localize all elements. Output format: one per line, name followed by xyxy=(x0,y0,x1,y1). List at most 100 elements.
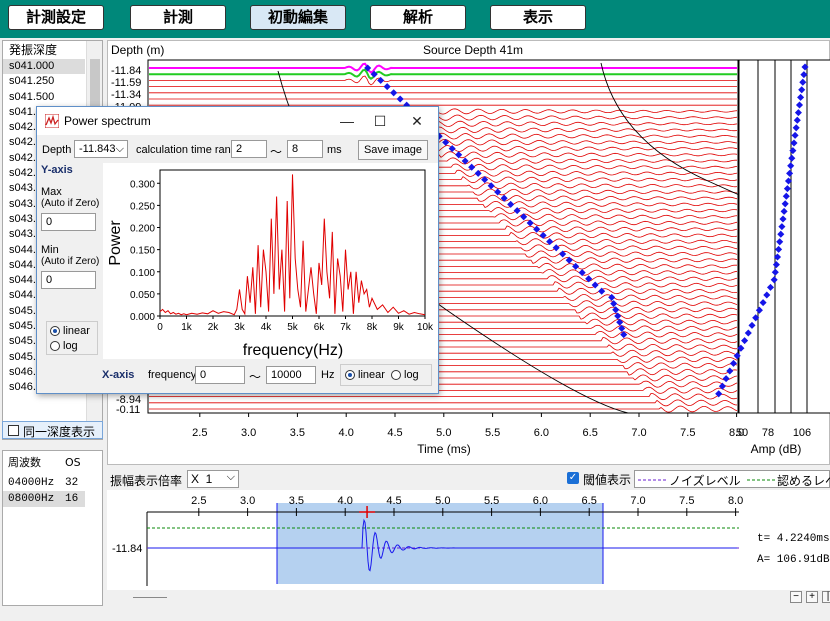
tilde-label: 〜 xyxy=(249,370,262,384)
x-linear-radio[interactable] xyxy=(345,370,355,380)
checkbox-box[interactable] xyxy=(8,425,19,436)
y-linear-radio[interactable] xyxy=(50,326,60,336)
time-range-label: calculation time range xyxy=(136,144,244,156)
power-axis-label: Power xyxy=(107,220,124,266)
freq-from-input[interactable]: 0 xyxy=(195,366,245,384)
dialog-titlebar[interactable]: Power spectrum — ☐ ✕ xyxy=(37,107,438,135)
trace-line xyxy=(149,75,737,86)
status-bar: − + | xyxy=(107,590,830,606)
first-break-pick[interactable] xyxy=(572,262,580,270)
source-depth-item[interactable]: s041.000 xyxy=(3,59,85,75)
legend-box: ノイズレベル 認めるレベル xyxy=(634,470,830,488)
amp-tick-label: 50 xyxy=(736,427,748,439)
spectrum-line xyxy=(159,174,426,316)
x-tick-label: 5.0 xyxy=(436,427,451,439)
time-to-input[interactable]: 8 xyxy=(287,140,323,158)
frequency-list[interactable]: 周波数 OS 04000Hz 32 08000Hz 16 xyxy=(2,450,103,606)
trace-line xyxy=(149,68,737,80)
x-tick-label: 4k xyxy=(261,322,273,333)
amp-point xyxy=(726,367,734,375)
noise-level-label: ノイズレベル xyxy=(669,474,741,488)
trace-line xyxy=(149,399,738,407)
spectrum-plot[interactable]: 0.000 0.050 0.100 0.150 0.200 0.250 0.300 0 1k 2k… xyxy=(103,163,438,359)
amp-point xyxy=(722,375,730,383)
hz-label: Hz xyxy=(321,369,335,381)
x-tick-label: 3.0 xyxy=(240,495,255,507)
menu-analysis[interactable]: 解析 xyxy=(370,5,466,30)
y-linear-label: linear xyxy=(63,325,90,337)
time-window-highlight[interactable] xyxy=(277,503,603,584)
menu-measure[interactable]: 計測 xyxy=(130,5,226,30)
first-break-pick[interactable] xyxy=(396,95,404,103)
x-tick-label: 4.5 xyxy=(386,495,401,507)
time-unit-label: ms xyxy=(327,144,342,156)
time-from-input[interactable]: 2 xyxy=(231,140,267,158)
amp-tick-label: 78 xyxy=(762,427,774,439)
frequency-axis-label: frequency(Hz) xyxy=(243,342,343,359)
same-depth-checkbox[interactable]: 同一深度表示 xyxy=(2,421,103,439)
menu-display[interactable]: 表示 xyxy=(490,5,586,30)
x-tick-label: 4.5 xyxy=(387,427,402,439)
freq-to-input[interactable]: 10000 xyxy=(266,366,316,384)
x-log-radio[interactable] xyxy=(391,370,401,380)
x-tick-label: 7k xyxy=(340,322,352,333)
spectrum-app-icon xyxy=(45,114,59,128)
x-axis-settings: X-axis frequency 0 〜 10000 Hz linear log xyxy=(38,361,437,391)
first-break-pick[interactable] xyxy=(390,89,398,97)
amp-axis-label: Amp (dB) xyxy=(751,442,802,456)
x-tick-label: 3.5 xyxy=(290,427,305,439)
y-tick-label: 0.200 xyxy=(130,224,155,235)
trace-depth-label: -11.84 xyxy=(112,543,142,555)
x-tick-label: 2.5 xyxy=(192,427,207,439)
x-log-label: log xyxy=(404,369,419,381)
freq-header: 周波数 xyxy=(8,456,41,469)
list-item[interactable]: 08000Hz 16 xyxy=(3,491,85,507)
max-hint: (Auto if Zero) xyxy=(41,198,100,209)
same-depth-label: 同一深度表示 xyxy=(23,425,96,439)
max-label: Max xyxy=(41,186,62,198)
depth-axis-label: Depth (m) xyxy=(111,43,164,57)
freq-value: 04000Hz xyxy=(8,477,55,489)
maximize-icon[interactable]: ☐ xyxy=(366,111,394,131)
min-label: Min xyxy=(41,244,59,256)
y-tick-label: -11.59 xyxy=(111,77,141,89)
save-image-button[interactable]: Save image xyxy=(358,140,428,160)
depth-select[interactable]: -11.843 ⌵ xyxy=(74,140,128,158)
amp-point xyxy=(729,359,738,367)
y-max-input[interactable]: 0 xyxy=(41,213,96,231)
amplitude-toolbar: 振幅表示倍率 X 1 ⌵ ✓ 閾値表示 ノイズレベル 認めるレベル xyxy=(107,467,830,491)
menu-measurement-settings[interactable]: 計測設定 xyxy=(8,5,104,30)
single-trace-view[interactable]: 2.5 3.0 3.5 4.0 4.5 5.0 5.5 6.0 6.5 7.0 7.5 8.0 -11… xyxy=(107,490,830,590)
plot-title: Source Depth 41m xyxy=(423,43,523,57)
amp-tick-label: 106 xyxy=(793,427,811,439)
reset-button[interactable]: | xyxy=(822,591,830,603)
amp-scale-select[interactable]: X 1 ⌵ xyxy=(187,470,239,488)
y-log-radio[interactable] xyxy=(50,341,60,351)
amp-scale-value: X 1 xyxy=(191,472,213,486)
x-tick-label: 7.0 xyxy=(631,427,646,439)
freq-value: 08000Hz xyxy=(8,493,55,505)
first-break-pick[interactable] xyxy=(533,225,541,233)
menu-first-break-edit[interactable]: 初動編集 xyxy=(250,5,346,30)
y-axis-settings: Y-axis Max (Auto if Zero) 0 Min (Auto if… xyxy=(38,163,100,359)
zoom-in-button[interactable]: + xyxy=(806,591,818,603)
minimize-icon[interactable]: — xyxy=(333,111,361,131)
os-header: OS xyxy=(65,456,81,469)
zoom-out-button[interactable]: − xyxy=(790,591,802,603)
close-icon[interactable]: ✕ xyxy=(403,111,431,131)
threshold-checkbox[interactable]: ✓ xyxy=(567,472,579,484)
amp-readout: A= 106.91dB xyxy=(757,554,830,566)
amp-panel-frame xyxy=(738,59,830,414)
y-min-input[interactable]: 0 xyxy=(41,271,96,289)
list-item[interactable]: 04000Hz 32 xyxy=(3,475,85,491)
first-break-pick[interactable] xyxy=(455,151,463,159)
x-tick-label: 6k xyxy=(314,322,326,333)
first-break-pick[interactable] xyxy=(383,83,391,91)
tilde-label: 〜 xyxy=(270,145,283,159)
x-axis-title: X-axis xyxy=(102,369,135,381)
depth-value: -11.843 xyxy=(79,143,116,155)
trace-line xyxy=(149,405,738,413)
first-break-pick[interactable] xyxy=(552,244,560,252)
zoom-slider[interactable] xyxy=(133,597,167,598)
y-scale-group: linear log xyxy=(46,321,98,355)
